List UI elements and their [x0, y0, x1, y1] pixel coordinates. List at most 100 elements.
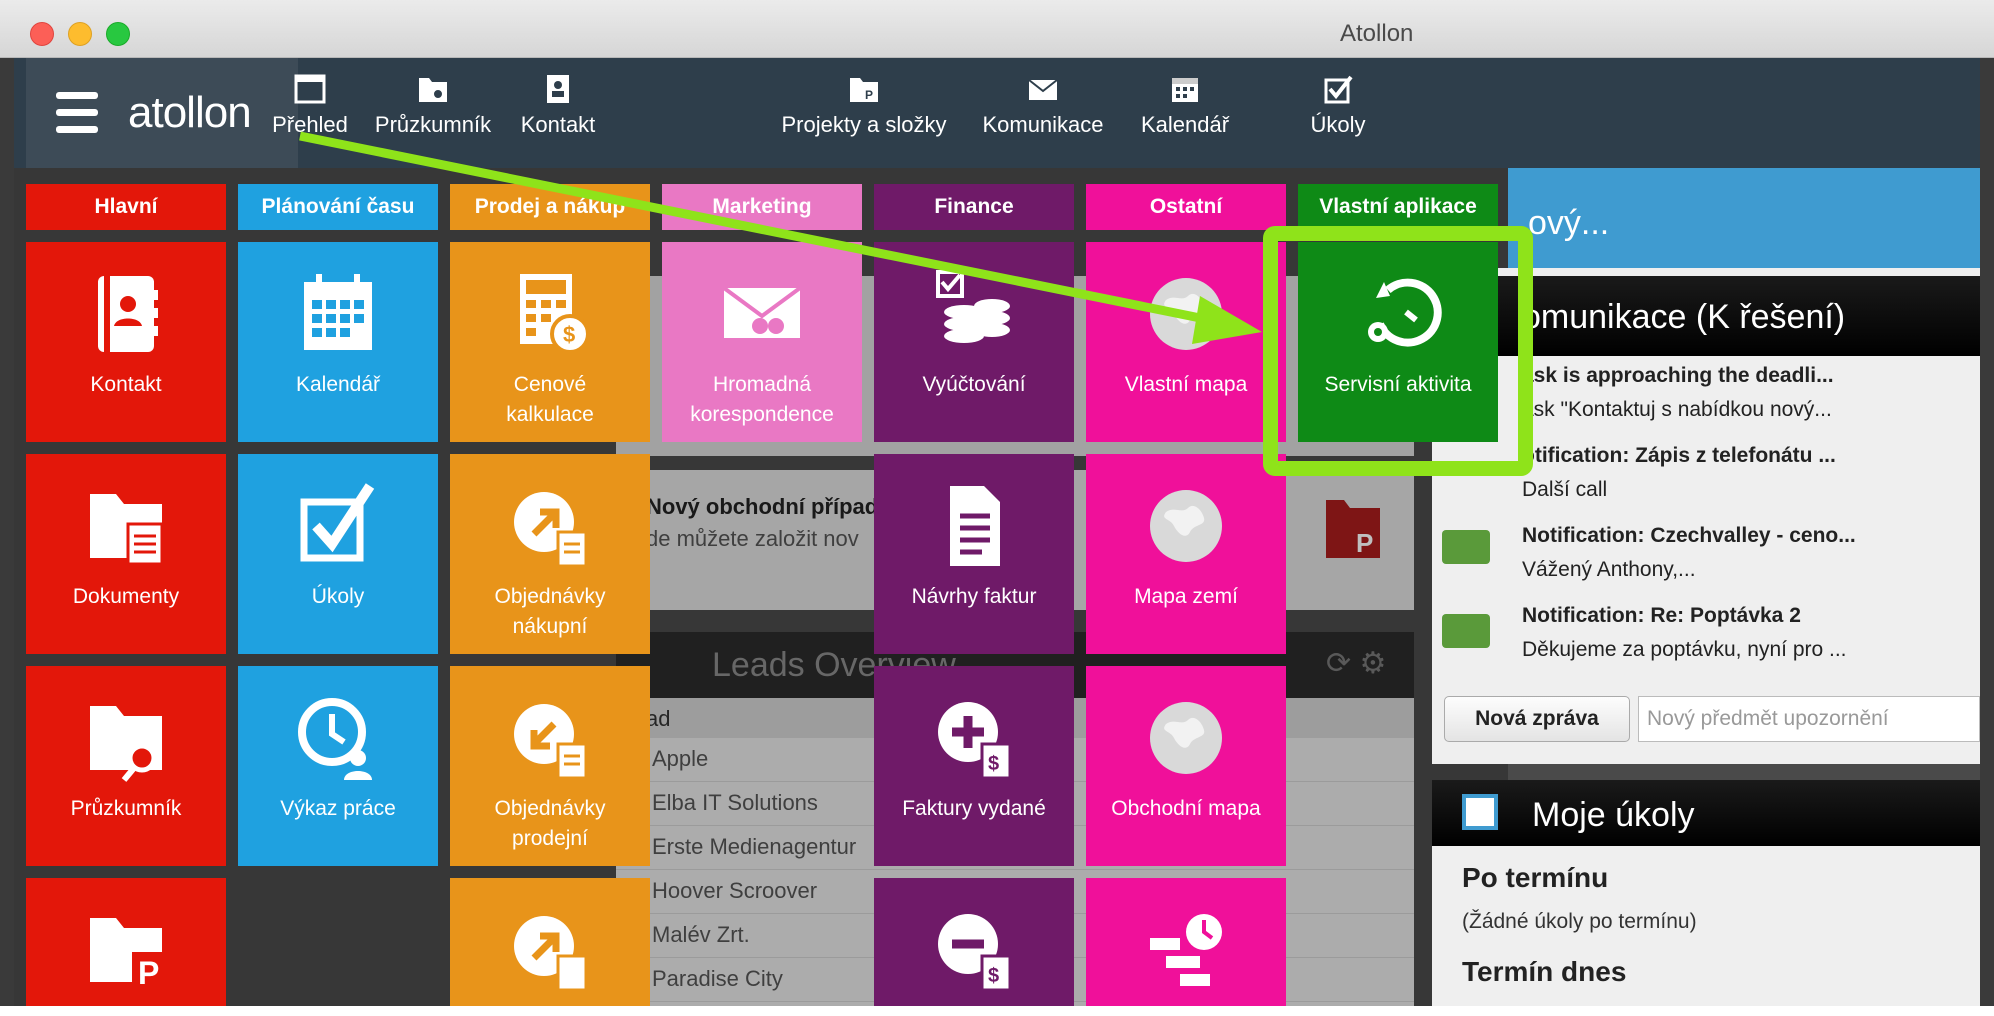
svg-text:$: $ — [988, 965, 999, 987]
tile-planning[interactable] — [1086, 878, 1286, 1008]
nav-label: Kontakt — [520, 112, 596, 137]
category-marketing[interactable]: Marketing — [662, 184, 862, 230]
nav-label: Kalendář — [1140, 112, 1230, 137]
tile-label: Vlastní mapa — [1124, 373, 1248, 396]
tile-faktury-2[interactable]: $ — [874, 878, 1074, 1008]
notification-item[interactable]: ask is approaching the deadli... ask "Ko… — [1522, 364, 1834, 422]
new-message-button[interactable]: Nová zpráva — [1444, 696, 1630, 742]
nav-kalendar[interactable]: Kalendář — [1130, 72, 1240, 138]
timesheet-icon — [298, 698, 372, 780]
sales-order-icon — [514, 704, 588, 780]
category-hlavni[interactable]: Hlavní — [26, 184, 226, 230]
notification-body: Děkujeme za poptávku, nyní pro ... — [1522, 638, 1847, 661]
tile-kontakt[interactable]: Kontakt — [26, 242, 226, 442]
nav-kontakt[interactable]: Kontakt — [508, 72, 608, 138]
notification-item[interactable]: otification: Zápis z telefonátu ... Dalš… — [1522, 444, 1836, 502]
tile-hromadna-korespondence[interactable]: Hromadná korespondence — [662, 242, 862, 442]
tile-kalendar[interactable]: Kalendář — [238, 242, 438, 442]
nav-label: Přehled — [272, 112, 348, 137]
tile-mapa-zemi[interactable]: Mapa zemí — [1086, 454, 1286, 654]
notification-body: ask "Kontaktuj s nabídkou nový... — [1522, 398, 1832, 421]
nav-komunikace[interactable]: Komunikace — [968, 72, 1118, 138]
nav-label: Průzkumník — [374, 112, 492, 137]
calendar-icon — [304, 274, 372, 350]
svg-text:P: P — [865, 88, 873, 102]
nav-projekty[interactable]: P Projekty a složky — [774, 72, 954, 138]
overdue-empty-text: (Žádné úkoly po termínu) — [1462, 910, 1697, 933]
envelope-icon — [1442, 614, 1490, 648]
tile-label: Mapa zemí — [1134, 585, 1238, 608]
notification-item[interactable]: Notification: Re: Poptávka 2 Děkujeme za… — [1522, 604, 1847, 662]
tile-objednavky-prodejni[interactable]: Objednávky prodejní — [450, 666, 650, 866]
tile-navrhy-faktur[interactable]: Návrhy faktur — [874, 454, 1074, 654]
category-prodej-a-nakup[interactable]: Prodej a nákup — [450, 184, 650, 230]
tile-vlastni-mapa[interactable]: Vlastní mapa — [1086, 242, 1286, 442]
contact-book-icon — [98, 276, 158, 352]
category-finance[interactable]: Finance — [874, 184, 1074, 230]
nav-ukoly[interactable]: Úkoly — [1298, 72, 1378, 138]
globe-icon — [1150, 278, 1222, 350]
tile-label: Obchodní mapa — [1111, 797, 1261, 820]
project-folder-icon: P — [850, 78, 878, 102]
tile-label: Úkoly — [311, 585, 365, 608]
tile-pruzkumnik[interactable]: Průzkumník — [26, 666, 226, 866]
tile-vyuctovani[interactable]: Vyúčtování — [874, 242, 1074, 442]
tile-obchodni-mapa[interactable]: Obchodní mapa — [1086, 666, 1286, 866]
nav-label: Úkoly — [1310, 112, 1366, 137]
purchase-order-icon — [514, 492, 588, 568]
tile-label: Kalendář — [295, 373, 381, 396]
app-window: Atollon atollon Přehled Průzkumník Konta… — [0, 0, 1994, 1016]
window-minimize-button[interactable] — [68, 22, 92, 46]
invoice-remove-icon: $ — [938, 914, 1012, 992]
hamburger-menu-icon[interactable] — [56, 92, 98, 133]
tile-projekty[interactable]: P — [26, 878, 226, 1008]
tile-ukoly[interactable]: Úkoly — [238, 454, 438, 654]
globe-icon — [1150, 490, 1222, 562]
tile-label: Dokumenty — [72, 585, 180, 608]
category-vlastni-aplikace[interactable]: Vlastní aplikace — [1298, 184, 1498, 230]
notification-body: Další call — [1522, 478, 1608, 501]
tile-objednavky-nakupni[interactable]: Objednávky nákupní — [450, 454, 650, 654]
new-panel-header: ový... — [1508, 168, 1980, 268]
checkbox-icon — [300, 483, 375, 562]
page-bottom-border — [0, 1006, 1994, 1016]
new-subject-input[interactable]: Nový předmět upozornění — [1638, 696, 1980, 742]
notification-item[interactable]: Notification: Czechvalley - ceno... Váže… — [1522, 524, 1856, 582]
tile-label: Kontakt — [90, 373, 162, 396]
overdue-heading: Po termínu — [1462, 862, 1609, 893]
tile-label: Cenové kalkulace — [506, 373, 594, 426]
tile-label: Výkaz práce — [280, 797, 396, 820]
tile-label: Objednávky prodejní — [494, 797, 606, 850]
app-logo: atollon — [128, 88, 252, 137]
tile-dokumenty[interactable]: Dokumenty — [26, 454, 226, 654]
checkbox-icon — [1324, 75, 1353, 104]
category-planovani-casu[interactable]: Plánování času — [238, 184, 438, 230]
notification-title: Notification: Czechvalley - ceno... — [1522, 524, 1856, 547]
tile-objednavky-3[interactable] — [450, 878, 650, 1008]
nav-pruzkumnik[interactable]: Průzkumník — [368, 72, 498, 138]
window-icon — [294, 74, 326, 104]
tile-label: Objednávky nákupní — [494, 585, 606, 638]
mass-mail-icon — [722, 286, 802, 338]
window-close-button[interactable] — [30, 22, 54, 46]
contact-card-icon — [547, 75, 569, 103]
tile-faktury-vydane[interactable]: $ Faktury vydané — [874, 666, 1074, 866]
highlight-frame — [1263, 226, 1533, 476]
checkbox-icon — [1462, 794, 1498, 830]
window-maximize-button[interactable] — [106, 22, 130, 46]
my-tasks-title: Moje úkoly — [1432, 780, 1980, 846]
order-icon — [514, 916, 588, 992]
tile-label: Průzkumník — [70, 797, 182, 820]
tile-vykaz-prace[interactable]: Výkaz práce — [238, 666, 438, 866]
category-ostatni[interactable]: Ostatní — [1086, 184, 1286, 230]
notification-title: ask is approaching the deadli... — [1522, 364, 1834, 387]
tile-cenove-kalkulace[interactable]: $ Cenové kalkulace — [450, 242, 650, 442]
tile-label: Faktury vydané — [902, 797, 1046, 820]
nav-prehled[interactable]: Přehled — [260, 72, 360, 138]
today-heading: Termín dnes — [1462, 956, 1627, 987]
coins-icon — [936, 270, 1010, 343]
globe-icon — [1150, 702, 1222, 774]
nav-label: Projekty a složky — [781, 112, 947, 137]
window-title: Atollon — [1340, 20, 1414, 47]
tile-label: Hromadná korespondence — [690, 373, 834, 426]
